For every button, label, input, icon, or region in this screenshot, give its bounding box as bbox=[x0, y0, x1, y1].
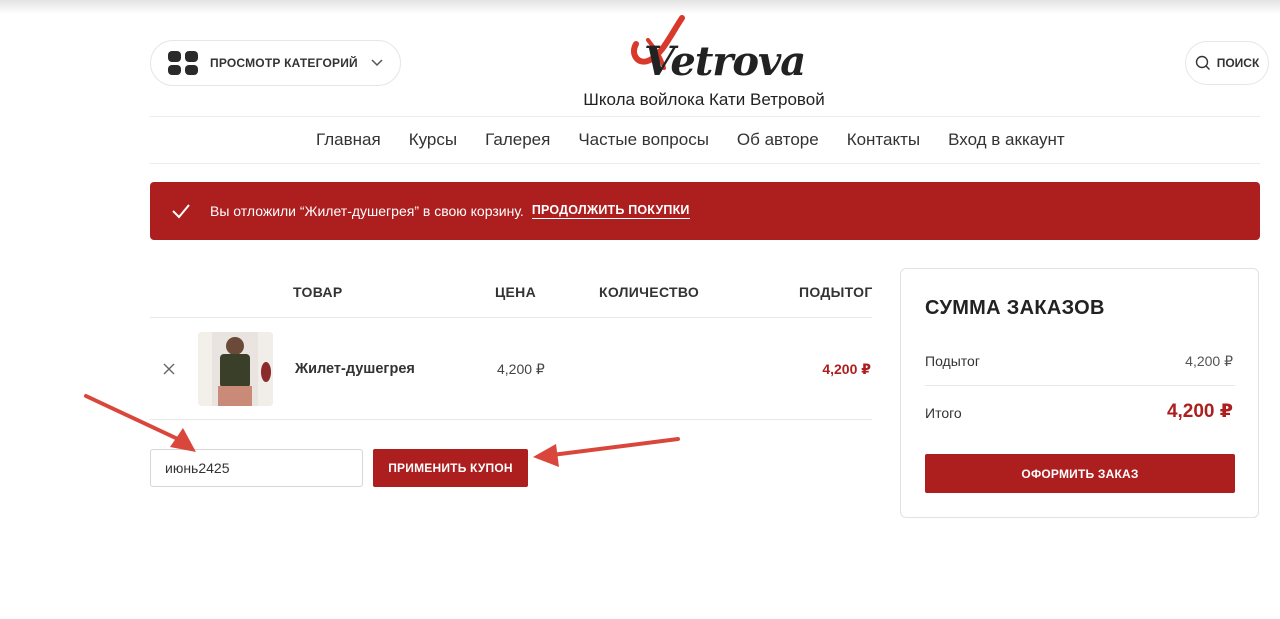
total-value: 4,200 ₽ bbox=[1166, 401, 1233, 422]
cart-notice: Вы отложили “Жилет-душегрея” в свою корз… bbox=[150, 182, 1260, 240]
browse-categories-label: ПРОСМОТР КАТЕГОРИЙ bbox=[210, 56, 358, 70]
search-label: ПОИСК bbox=[1216, 56, 1260, 70]
product-thumbnail[interactable] bbox=[198, 332, 273, 406]
search-button[interactable]: ПОИСК bbox=[1185, 41, 1269, 85]
product-name[interactable]: Жилет-душегрея bbox=[295, 361, 415, 377]
annotation-arrow-left bbox=[84, 394, 196, 452]
logo-text[interactable]: Vetrova bbox=[644, 38, 806, 85]
nav-item-about[interactable]: Об авторе bbox=[737, 130, 819, 150]
subtotal-value: 4,200 ₽ bbox=[1185, 353, 1233, 369]
site-subtitle: Школа войлока Кати Ветровой bbox=[583, 90, 825, 109]
nav-item-login[interactable]: Вход в аккаунт bbox=[948, 130, 1065, 150]
checkout-button[interactable]: ОФОРМИТЬ ЗАКАЗ bbox=[925, 454, 1235, 493]
header-price: ЦЕНА bbox=[495, 284, 536, 300]
nav-item-courses[interactable]: Курсы bbox=[409, 130, 457, 150]
remove-item-icon[interactable] bbox=[160, 360, 178, 378]
nav-item-contacts[interactable]: Контакты bbox=[847, 130, 920, 150]
subtotal-label: Подытог bbox=[925, 353, 980, 369]
top-shadow bbox=[0, 0, 1280, 14]
divider bbox=[150, 317, 872, 318]
header-product: ТОВАР bbox=[293, 284, 343, 300]
nav-item-faq[interactable]: Частые вопросы bbox=[578, 130, 709, 150]
coupon-input[interactable] bbox=[150, 449, 363, 487]
notice-text: Вы отложили “Жилет-душегрея” в свою корз… bbox=[210, 203, 524, 219]
totals-title: СУММА ЗАКАЗОВ bbox=[925, 297, 1105, 319]
grid-icon bbox=[168, 51, 198, 75]
main-nav: Главная Курсы Галерея Частые вопросы Об … bbox=[150, 116, 1260, 164]
product-subtotal: 4,200 ₽ bbox=[822, 361, 871, 377]
nav-item-gallery[interactable]: Галерея bbox=[485, 130, 550, 150]
product-price: 4,200 ₽ bbox=[497, 361, 545, 377]
total-label: Итого bbox=[925, 405, 962, 421]
continue-shopping-link[interactable]: ПРОДОЛЖИТЬ ПОКУПКИ bbox=[531, 203, 690, 219]
order-totals-panel: СУММА ЗАКАЗОВ Подытог 4,200 ₽ Итого 4,20… bbox=[900, 268, 1259, 518]
header-subtotal: ПОДЫТОГ bbox=[799, 284, 873, 300]
chevron-down-icon bbox=[371, 59, 383, 67]
check-icon bbox=[172, 204, 190, 219]
search-icon bbox=[1195, 55, 1210, 70]
browse-categories-button[interactable]: ПРОСМОТР КАТЕГОРИЙ bbox=[150, 40, 401, 86]
divider bbox=[150, 419, 872, 420]
header-quantity: КОЛИЧЕСТВО bbox=[599, 284, 700, 300]
divider bbox=[925, 385, 1235, 386]
annotation-arrow-right bbox=[533, 437, 680, 467]
apply-coupon-button[interactable]: ПРИМЕНИТЬ КУПОН bbox=[373, 449, 528, 487]
nav-item-home[interactable]: Главная bbox=[316, 130, 381, 150]
